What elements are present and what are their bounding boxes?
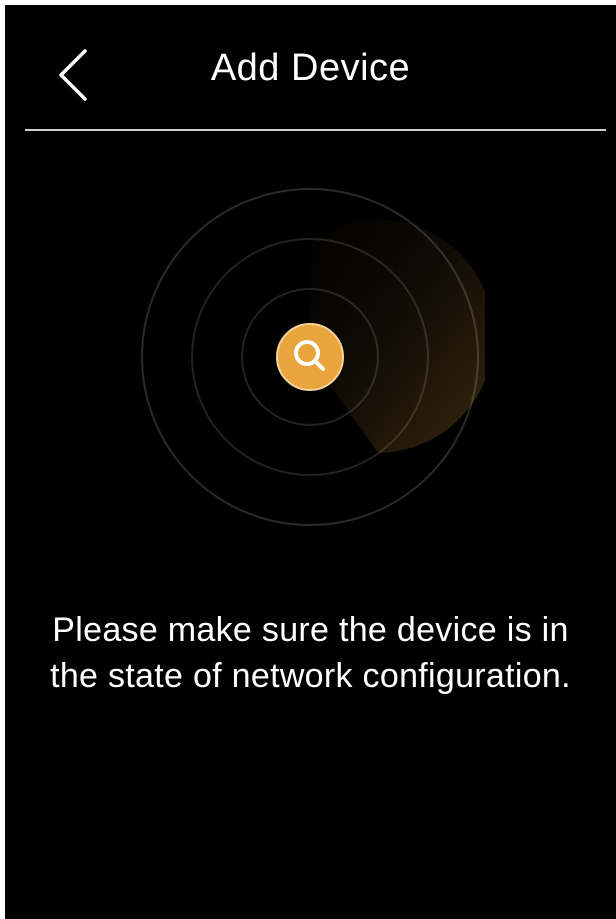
app-screen: Add Device Please make sure the device i…	[5, 5, 616, 919]
header-divider	[25, 129, 606, 131]
header-bar: Add Device	[5, 5, 616, 131]
search-icon	[276, 323, 344, 391]
scan-radar	[135, 185, 494, 535]
network-config-hint: Please make sure the device is in the st…	[50, 611, 571, 695]
page-title: Add Device	[210, 47, 411, 89]
